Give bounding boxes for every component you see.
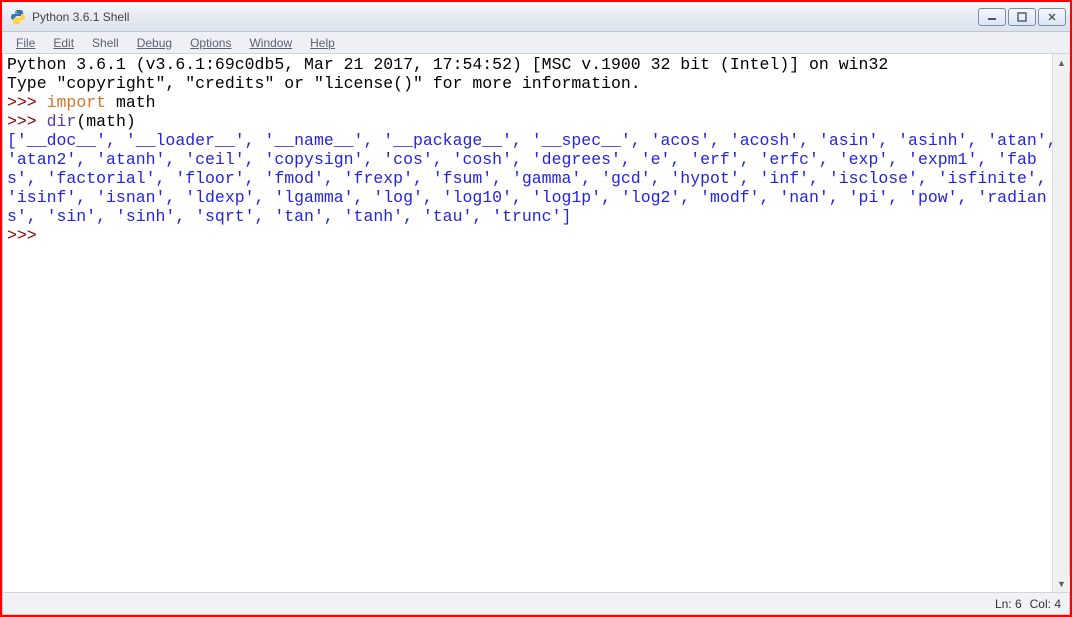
prompt: >>> (7, 112, 37, 131)
banner-line-1: Python 3.6.1 (v3.6.1:69c0db5, Mar 21 201… (7, 55, 888, 74)
menu-help[interactable]: Help (302, 34, 343, 52)
menu-shell[interactable]: Shell (84, 34, 127, 52)
python-icon (10, 9, 26, 25)
menu-debug[interactable]: Debug (129, 34, 180, 52)
menu-window[interactable]: Window (241, 34, 300, 52)
close-button[interactable] (1038, 8, 1066, 26)
titlebar[interactable]: Python 3.6.1 Shell (2, 2, 1070, 32)
menu-file[interactable]: File (8, 34, 43, 52)
module-name: math (106, 93, 156, 112)
builtin-dir: dir (47, 112, 77, 131)
minimize-button[interactable] (978, 8, 1006, 26)
dir-output: ['__doc__', '__loader__', '__name__', '_… (7, 131, 1066, 226)
keyword-import: import (47, 93, 106, 112)
menubar: File Edit Shell Debug Options Window Hel… (2, 32, 1070, 54)
scroll-down-icon[interactable]: ▼ (1053, 575, 1070, 592)
maximize-button[interactable] (1008, 8, 1036, 26)
statusbar: Ln: 6 Col: 4 (3, 592, 1069, 614)
editor-frame: Python 3.6.1 (v3.6.1:69c0db5, Mar 21 201… (2, 54, 1070, 615)
banner-line-2: Type "copyright", "credits" or "license(… (7, 74, 641, 93)
prompt: >>> (7, 93, 37, 112)
scroll-up-icon[interactable]: ▲ (1053, 54, 1070, 71)
shell-text-area[interactable]: Python 3.6.1 (v3.6.1:69c0db5, Mar 21 201… (3, 54, 1069, 592)
prompt: >>> (7, 226, 37, 245)
window-controls (978, 8, 1066, 26)
menu-options[interactable]: Options (182, 34, 239, 52)
menu-edit[interactable]: Edit (45, 34, 82, 52)
vertical-scrollbar[interactable]: ▲ ▼ (1052, 54, 1069, 592)
status-col: Col: 4 (1030, 597, 1061, 611)
status-line: Ln: 6 (995, 597, 1022, 611)
window-title: Python 3.6.1 Shell (32, 10, 978, 24)
app-window: Python 3.6.1 Shell File Edit Shell Debug… (0, 0, 1072, 617)
call-args: (math) (76, 112, 135, 131)
